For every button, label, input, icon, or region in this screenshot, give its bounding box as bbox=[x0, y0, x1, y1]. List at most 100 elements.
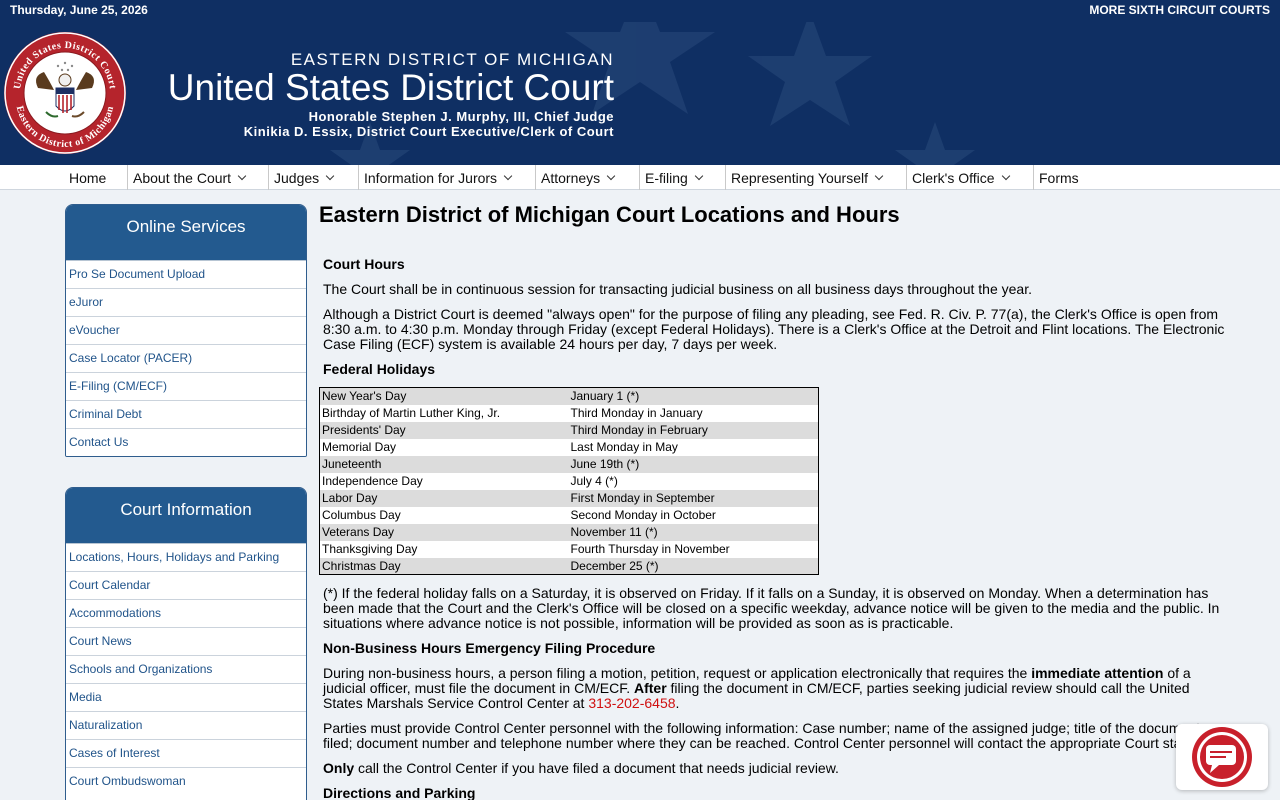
chevron-down-icon bbox=[325, 171, 335, 180]
court-seal-icon[interactable]: United States District Court Eastern Dis… bbox=[2, 30, 128, 156]
top-bar: Thursday, June 25, 2026 MORE SIXTH CIRCU… bbox=[0, 0, 1280, 22]
nav-label: Clerk's Office bbox=[912, 169, 995, 186]
holiday-name: Thanksgiving Day bbox=[319, 540, 569, 558]
holiday-name: New Year's Day bbox=[319, 387, 569, 405]
court-hours-paragraph-2: Although a District Court is deemed "alw… bbox=[323, 306, 1225, 352]
chat-widget-button[interactable] bbox=[1176, 724, 1268, 790]
nav-label: Home bbox=[69, 169, 107, 186]
table-row: Veterans Day November 11 (*) bbox=[319, 523, 819, 541]
control-center-phone[interactable]: 313-202-6458 bbox=[588, 695, 675, 711]
sidebar-link-pro-se-upload[interactable]: Pro Se Document Upload bbox=[66, 261, 306, 289]
chief-judge: Honorable Stephen J. Murphy, III, Chief … bbox=[308, 109, 614, 124]
nav-representing-yourself[interactable]: Representing Yourself bbox=[725, 165, 906, 190]
court-information-panel: Court Information Locations, Hours, Holi… bbox=[65, 487, 307, 800]
bold-after: After bbox=[633, 680, 667, 696]
more-sixth-circuit-courts-link[interactable]: MORE SIXTH CIRCUIT COURTS bbox=[1089, 3, 1270, 17]
emergency-filing-heading: Non-Business Hours Emergency Filing Proc… bbox=[323, 640, 656, 656]
holiday-date: Last Monday in May bbox=[568, 438, 819, 456]
emergency-paragraph-1: During non-business hours, a person fili… bbox=[323, 666, 1225, 711]
holiday-date: Second Monday in October bbox=[568, 506, 819, 524]
holiday-name: Independence Day bbox=[319, 472, 569, 490]
online-services-title: Online Services bbox=[66, 205, 306, 261]
text-run: . bbox=[675, 695, 680, 711]
bold-only: Only bbox=[323, 760, 355, 776]
holiday-date: Third Monday in January bbox=[568, 404, 819, 422]
text-run: call the Control Center if you have file… bbox=[354, 760, 839, 776]
sidebar-link-schools-organizations[interactable]: Schools and Organizations bbox=[66, 656, 306, 684]
federal-holidays-table: New Year's Day January 1 (*) Birthday of … bbox=[319, 387, 819, 575]
nav-label: Information for Jurors bbox=[364, 169, 498, 186]
holiday-name: Birthday of Martin Luther King, Jr. bbox=[319, 404, 569, 422]
sidebar-link-ejuror[interactable]: eJuror bbox=[66, 289, 306, 317]
sidebar-link-court-news[interactable]: Court News bbox=[66, 628, 306, 656]
holiday-date: December 25 (*) bbox=[568, 557, 819, 575]
sidebar-link-court-calendar[interactable]: Court Calendar bbox=[66, 572, 306, 600]
nav-label: Representing Yourself bbox=[731, 169, 868, 186]
chevron-down-icon bbox=[874, 171, 884, 180]
table-row: Memorial Day Last Monday in May bbox=[319, 438, 819, 456]
text-run: During non-business hours, a person fili… bbox=[323, 665, 1032, 681]
sidebar-link-evoucher[interactable]: eVoucher bbox=[66, 317, 306, 345]
holiday-date: November 11 (*) bbox=[568, 523, 819, 541]
chevron-down-icon bbox=[606, 171, 616, 180]
main-content: Eastern District of Michigan Court Locat… bbox=[319, 200, 1229, 800]
nav-label: Forms bbox=[1039, 169, 1079, 186]
holiday-name: Juneteenth bbox=[319, 455, 569, 473]
sidebar-link-locations-hours[interactable]: Locations, Hours, Holidays and Parking bbox=[66, 544, 306, 572]
nav-e-filing[interactable]: E-filing bbox=[639, 165, 725, 190]
table-row: Christmas Day December 25 (*) bbox=[319, 557, 819, 575]
holiday-date: July 4 (*) bbox=[568, 472, 819, 490]
holiday-name: Memorial Day bbox=[319, 438, 569, 456]
sidebar-link-e-filing[interactable]: E-Filing (CM/ECF) bbox=[66, 373, 306, 401]
court-name[interactable]: United States District Court bbox=[142, 67, 614, 109]
holiday-name: Christmas Day bbox=[319, 557, 569, 575]
court-hours-paragraph-1: The Court shall be in continuous session… bbox=[323, 281, 1032, 297]
court-information-title: Court Information bbox=[66, 488, 306, 544]
sidebar-link-case-locator[interactable]: Case Locator (PACER) bbox=[66, 345, 306, 373]
emergency-paragraph-3: Only call the Control Center if you have… bbox=[323, 761, 1225, 776]
federal-holidays-heading: Federal Holidays bbox=[323, 361, 436, 377]
sidebar-link-accommodations[interactable]: Accommodations bbox=[66, 600, 306, 628]
nav-label: About the Court bbox=[133, 169, 232, 186]
chevron-down-icon bbox=[1001, 171, 1010, 180]
clerk-of-court: Kinikia D. Essix, District Court Executi… bbox=[243, 124, 614, 139]
nav-attorneys[interactable]: Attorneys bbox=[535, 165, 639, 190]
nav-about-the-court[interactable]: About the Court bbox=[127, 165, 268, 190]
sidebar-link-media[interactable]: Media bbox=[66, 684, 306, 712]
nav-label: E-filing bbox=[645, 169, 688, 186]
chevron-down-icon bbox=[694, 171, 704, 180]
chevron-down-icon bbox=[503, 171, 513, 180]
nav-information-for-jurors[interactable]: Information for Jurors bbox=[358, 165, 535, 190]
current-date: Thursday, June 25, 2026 bbox=[10, 3, 148, 17]
table-row: New Year's Day January 1 (*) bbox=[319, 387, 819, 405]
nav-home[interactable]: Home bbox=[65, 165, 127, 190]
sidebar-link-cases-of-interest[interactable]: Cases of Interest bbox=[66, 740, 306, 768]
table-row: Thanksgiving Day Fourth Thursday in Novem… bbox=[319, 540, 819, 558]
nav-clerks-office[interactable]: Clerk's Office bbox=[906, 165, 1033, 190]
main-nav: Home About the Court Judges Information … bbox=[0, 165, 1280, 190]
chat-bubble-icon bbox=[1192, 727, 1252, 787]
nav-forms[interactable]: Forms bbox=[1033, 165, 1103, 190]
holiday-name: Veterans Day bbox=[319, 523, 569, 541]
table-row: Independence Day July 4 (*) bbox=[319, 472, 819, 490]
table-row: Juneteenth June 19th (*) bbox=[319, 455, 819, 473]
nav-judges[interactable]: Judges bbox=[268, 165, 358, 190]
nav-label: Judges bbox=[274, 169, 320, 186]
page-title: Eastern District of Michigan Court Locat… bbox=[319, 202, 900, 227]
holiday-name: Presidents' Day bbox=[319, 421, 569, 439]
holiday-date: Third Monday in February bbox=[568, 421, 819, 439]
sidebar-link-criminal-debt[interactable]: Criminal Debt bbox=[66, 401, 306, 429]
court-hours-heading: Court Hours bbox=[323, 256, 405, 272]
holiday-date: Fourth Thursday in November bbox=[568, 540, 819, 558]
online-services-panel: Online Services Pro Se Document Upload e… bbox=[65, 204, 307, 457]
sidebar-link-contact-us[interactable]: Contact Us bbox=[66, 429, 306, 456]
holiday-date: January 1 (*) bbox=[568, 387, 819, 405]
table-row: Birthday of Martin Luther King, Jr. Third… bbox=[319, 404, 819, 422]
sidebar-link-naturalization[interactable]: Naturalization bbox=[66, 712, 306, 740]
bold-immediate-attention: immediate attention bbox=[1031, 665, 1164, 681]
table-row: Labor Day First Monday in September bbox=[319, 489, 819, 507]
holiday-name: Columbus Day bbox=[319, 506, 569, 524]
nav-label: Attorneys bbox=[541, 169, 601, 186]
directions-parking-heading: Directions and Parking bbox=[323, 785, 476, 800]
sidebar-link-court-ombudswoman[interactable]: Court Ombudswoman bbox=[66, 768, 306, 796]
